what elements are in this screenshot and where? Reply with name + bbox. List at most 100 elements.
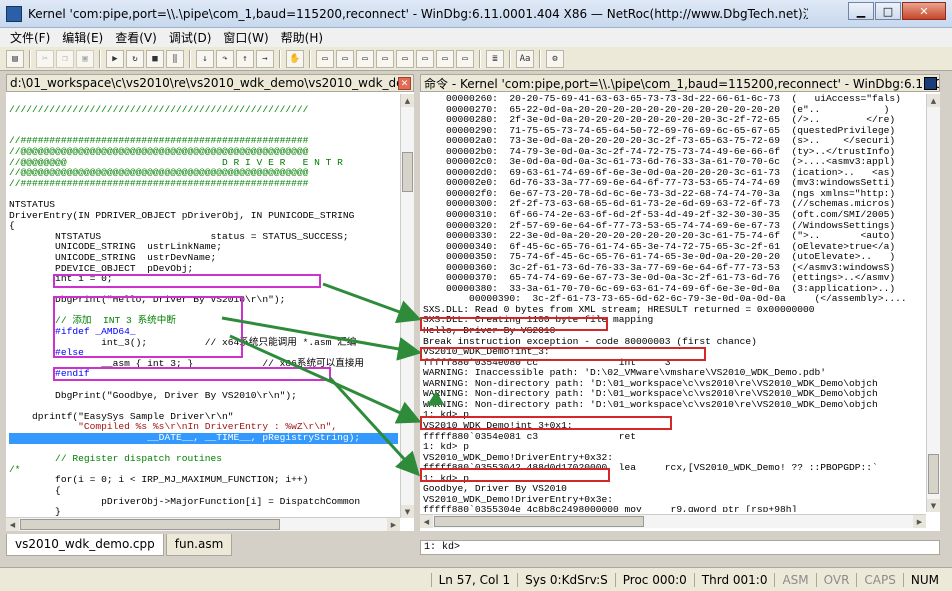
breakpoint-hand-icon[interactable]: ✋ xyxy=(286,49,304,68)
menu-window[interactable]: 窗口(W) xyxy=(217,29,274,46)
copy-icon[interactable]: ❐ xyxy=(56,49,74,68)
scroll-up-icon[interactable]: ▲ xyxy=(401,94,414,107)
annotation-box-hello-output xyxy=(420,317,608,331)
step-out-icon[interactable]: ↑ xyxy=(236,49,254,68)
command-output[interactable]: 00000260: 20-20-75-69-41-63-63-65-73-73-… xyxy=(420,94,926,512)
source-line[interactable] xyxy=(9,115,398,126)
command-vertical-scrollbar[interactable]: ▲ ▼ xyxy=(926,94,940,512)
status-sys: Sys 0:KdSrv:S xyxy=(517,572,615,587)
command-window-title-bar: 命令 - Kernel 'com:pipe,port=\\.\pipe\com_… xyxy=(420,74,940,92)
scroll-down-icon[interactable]: ▼ xyxy=(401,505,414,518)
scroll-left-icon[interactable]: ◀ xyxy=(6,518,19,531)
command-prompt: 1: kd> xyxy=(424,542,461,553)
status-num: NUM xyxy=(902,572,946,587)
disassembly-window-icon[interactable]: ▭ xyxy=(436,49,454,68)
toolbar-separator xyxy=(479,49,481,68)
open-file-icon[interactable]: ▤ xyxy=(6,49,24,68)
source-line[interactable]: NTSTATUS xyxy=(9,199,398,211)
scroll-thumb[interactable] xyxy=(402,152,413,192)
watch-window-icon[interactable]: ▭ xyxy=(336,49,354,68)
tab-vs2010-wdk-demo-cpp[interactable]: vs2010_wdk_demo.cpp xyxy=(6,534,164,556)
source-window-title: d:\01_workspace\c\vs2010\re\vs2010_wdk_d… xyxy=(10,76,404,90)
menu-help[interactable]: 帮助(H) xyxy=(275,29,329,46)
memory-window-icon[interactable]: ▭ xyxy=(396,49,414,68)
toolbar-separator xyxy=(539,49,541,68)
scroll-left-icon[interactable]: ◀ xyxy=(420,515,433,528)
source-line[interactable]: // Register dispatch routines xyxy=(9,454,398,465)
toolbar-separator xyxy=(309,49,311,68)
annotation-box-ret-output xyxy=(420,416,672,430)
step-over-icon[interactable]: ↷ xyxy=(216,49,234,68)
go-icon[interactable]: ▶ xyxy=(106,49,124,68)
font-icon[interactable]: Aa xyxy=(516,49,534,68)
menu-file[interactable]: 文件(F) xyxy=(4,29,56,46)
command-horizontal-scrollbar[interactable]: ◀ ▶ xyxy=(420,514,926,528)
menu-edit[interactable]: 编辑(E) xyxy=(56,29,109,46)
toolbar-separator xyxy=(29,49,31,68)
paste-icon[interactable]: ▣ xyxy=(76,49,94,68)
status-bar: Ln 57, Col 1 Sys 0:KdSrv:S Proc 000:0 Th… xyxy=(0,567,952,591)
cut-icon[interactable]: ✂ xyxy=(36,49,54,68)
source-line[interactable]: { xyxy=(9,485,398,497)
command-window-icon[interactable]: ▭ xyxy=(316,49,334,68)
source-line[interactable]: //######################################… xyxy=(9,178,398,190)
scroll-right-icon[interactable]: ▶ xyxy=(387,518,400,531)
status-asm: ASM xyxy=(774,572,815,587)
source-line[interactable]: __DATE__, __TIME__, pRegistryString); xyxy=(9,432,398,444)
source-tabs: vs2010_wdk_demo.cpp fun.asm xyxy=(6,534,234,556)
locals-window-icon[interactable]: ▭ xyxy=(356,49,374,68)
source-line[interactable] xyxy=(9,94,398,105)
source-line[interactable] xyxy=(9,189,398,200)
source-line[interactable]: DriverEntry(IN PDRIVER_OBJECT pDriverObj… xyxy=(9,210,398,222)
source-window-title-bar: d:\01_workspace\c\vs2010\re\vs2010_wdk_d… xyxy=(6,74,414,92)
restart-icon[interactable]: ↻ xyxy=(126,49,144,68)
scratch-pad-icon[interactable]: ▭ xyxy=(456,49,474,68)
source-vertical-scrollbar[interactable]: ▲ ▼ xyxy=(400,94,414,518)
scroll-thumb[interactable] xyxy=(20,519,280,530)
source-line[interactable]: DbgPrint("Goodbye, Driver By VS2010\r\n"… xyxy=(9,390,398,402)
annotation-box-hello-source xyxy=(53,274,321,288)
call-stack-window-icon[interactable]: ▭ xyxy=(416,49,434,68)
menu-debug[interactable]: 调试(D) xyxy=(163,29,218,46)
scroll-thumb[interactable] xyxy=(434,516,644,527)
command-input[interactable]: 1: kd> xyxy=(420,540,940,555)
window-title: Kernel 'com:pipe,port=\\.\pipe\com_1,bau… xyxy=(28,7,808,21)
scroll-right-icon[interactable]: ▶ xyxy=(913,515,926,528)
step-into-icon[interactable]: ↓ xyxy=(196,49,214,68)
scroll-down-icon[interactable]: ▼ xyxy=(927,499,940,512)
source-line[interactable]: for(i = 0; i < IRP_MJ_MAXIMUM_FUNCTION; … xyxy=(9,475,398,486)
maximize-button[interactable]: □ xyxy=(875,2,901,20)
status-proc: Proc 000:0 xyxy=(614,572,694,587)
output-line: fffff880`0354e081 c3 ret xyxy=(423,430,637,442)
command-window[interactable]: 命令 - Kernel 'com:pipe,port=\\.\pipe\com_… xyxy=(420,74,940,531)
status-line-col: Ln 57, Col 1 xyxy=(430,572,518,587)
break-icon[interactable]: ‖ xyxy=(166,49,184,68)
toolbar-separator xyxy=(189,49,191,68)
scroll-up-icon[interactable]: ▲ xyxy=(927,94,940,107)
output-line: fffff880`0355304e 4c8b8c2498000000 mov r… xyxy=(423,504,798,512)
status-caps: CAPS xyxy=(856,572,902,587)
run-to-cursor-icon[interactable]: → xyxy=(256,49,274,68)
menu-view[interactable]: 查看(V) xyxy=(109,29,163,46)
source-line[interactable]: UNICODE_STRING ustrDevName; xyxy=(9,252,398,264)
stop-debugging-icon[interactable]: ■ xyxy=(146,49,164,68)
source-close-icon[interactable]: ✕ xyxy=(398,77,411,90)
command-window-title: 命令 - Kernel 'com:pipe,port=\\.\pipe\com_… xyxy=(424,76,940,91)
toolbar-separator xyxy=(279,49,281,68)
source-line[interactable]: //@@@@@@@@@@@@@@@@@@@@@@@@@@@@@@@@@@@@@@… xyxy=(9,146,398,158)
command-window-icon[interactable] xyxy=(924,77,937,90)
toolbar: ▤ ✂ ❐ ▣ ▶ ↻ ■ ‖ ↓ ↷ ↑ → ✋ ▭ ▭ ▭ ▭ ▭ ▭ ▭ … xyxy=(0,47,952,71)
source-line[interactable]: pDriverObj->MajorFunction[i] = DispatchC… xyxy=(9,496,398,508)
title-bar: Kernel 'com:pipe,port=\\.\pipe\com_1,bau… xyxy=(0,0,952,28)
source-horizontal-scrollbar[interactable]: ◀ ▶ xyxy=(6,517,400,531)
minimize-button[interactable]: ▁ xyxy=(848,2,874,20)
scroll-thumb[interactable] xyxy=(928,454,939,494)
options-icon[interactable]: ⚙ xyxy=(546,49,564,68)
source-mode-icon[interactable]: ≣ xyxy=(486,49,504,68)
output-line: 1: kd> p xyxy=(423,441,470,453)
tab-fun-asm[interactable]: fun.asm xyxy=(165,534,233,556)
registers-window-icon[interactable]: ▭ xyxy=(376,49,394,68)
menu-bar: 文件(F) 编辑(E) 查看(V) 调试(D) 窗口(W) 帮助(H) xyxy=(0,28,952,47)
close-button[interactable]: ✕ xyxy=(902,2,946,20)
source-line[interactable]: ////////////////////////////////////////… xyxy=(9,104,398,116)
